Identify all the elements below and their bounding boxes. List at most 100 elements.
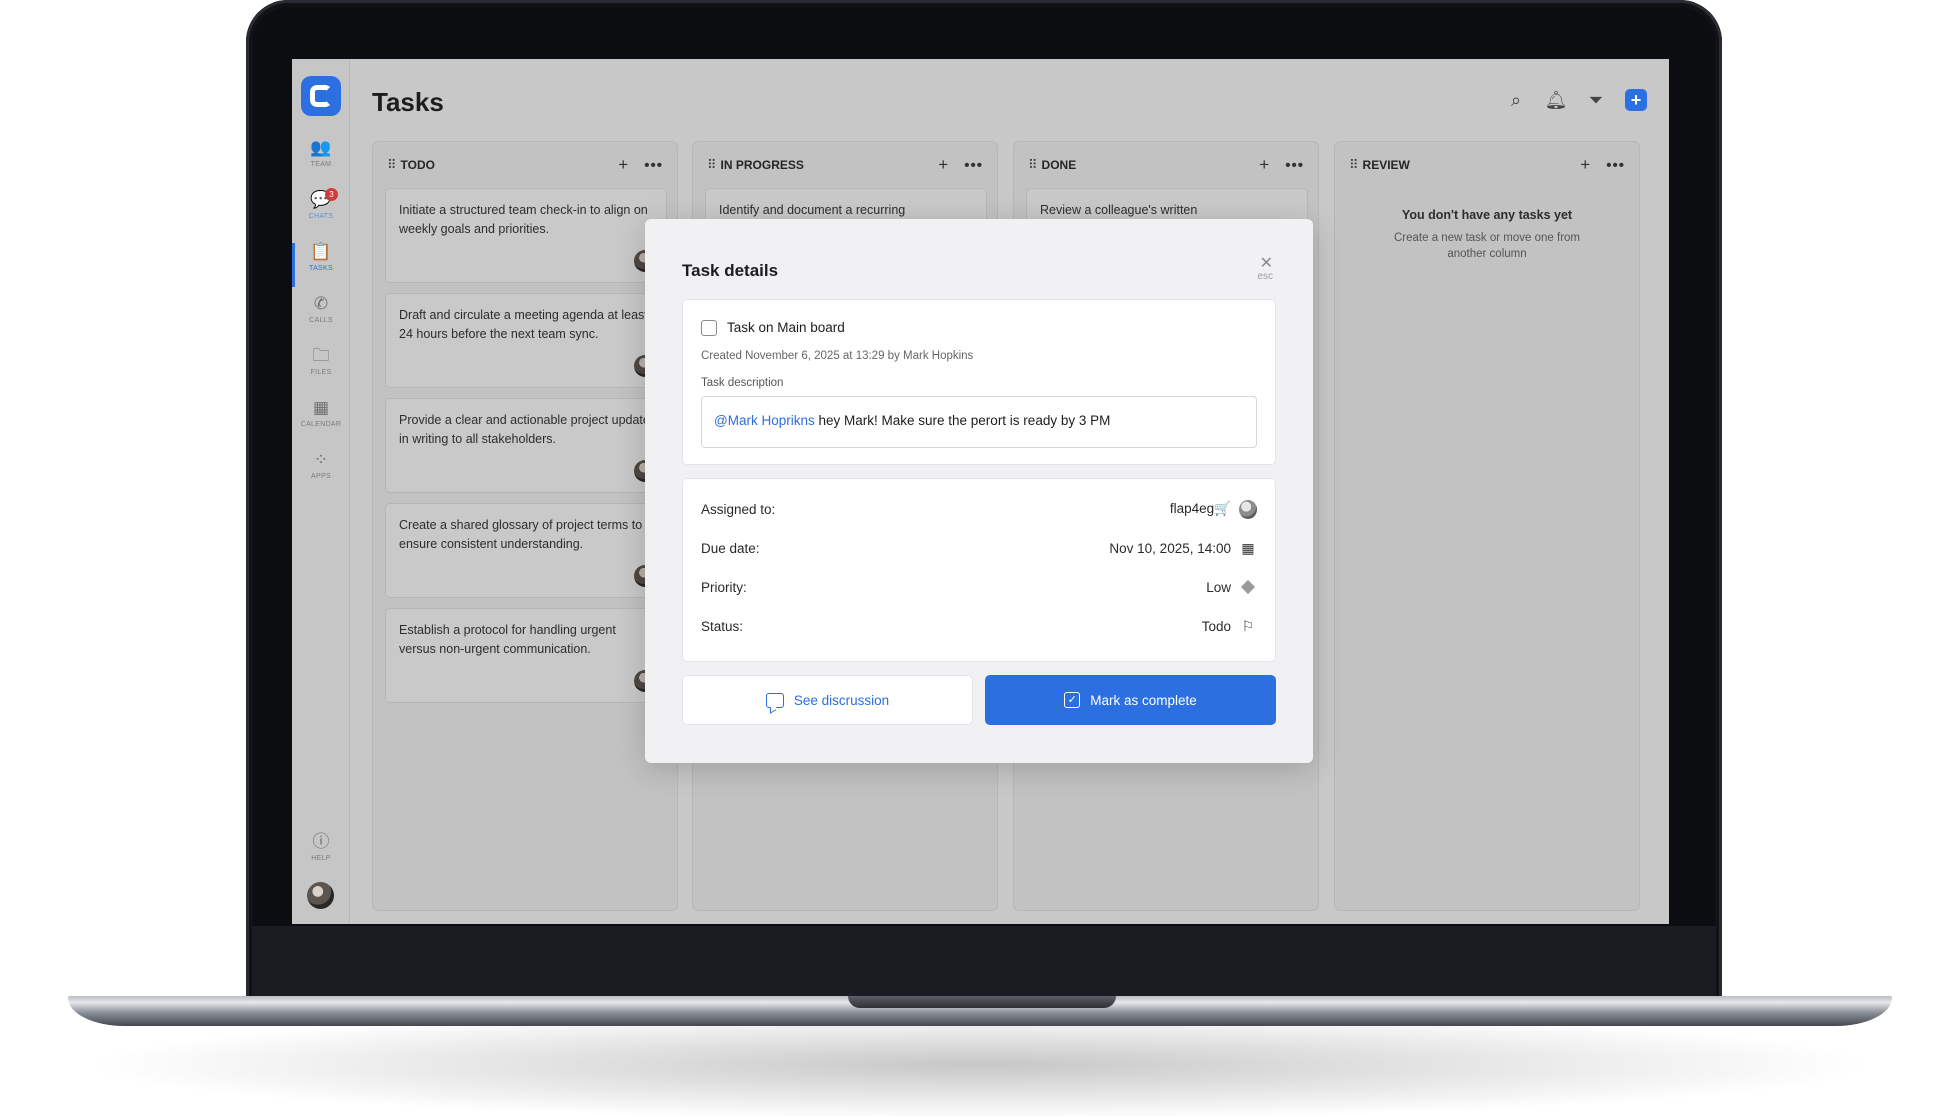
more-icon[interactable]: ••• (1285, 157, 1304, 174)
column-review: ⠿ REVIEW + ••• You don't have any tasks … (1334, 141, 1640, 911)
see-discussion-button[interactable]: See discrussion (682, 675, 973, 725)
page-title: Tasks (372, 87, 444, 117)
filter-icon[interactable]: ⏷ (1585, 89, 1607, 111)
sidebar-item-label: FILES (310, 369, 332, 376)
laptop-bezel (252, 926, 1716, 998)
sidebar-item-label: HELP (311, 855, 331, 862)
task-card[interactable]: Initiate a structured team check-in to a… (385, 188, 667, 283)
created-meta: Created November 6, 2025 at 13:29 by Mar… (701, 350, 974, 362)
drag-handle-icon[interactable]: ⠿ (707, 157, 716, 173)
due-date-row[interactable]: Due date: Nov 10, 2025, 14:00 ▦ (701, 537, 1257, 559)
add-card-button[interactable]: + (1580, 155, 1590, 175)
card-text: Identify and document a recurring (719, 203, 906, 217)
sidebar-item-calendar[interactable]: ▦ CALENDAR (292, 399, 350, 443)
sidebar-item-files[interactable]: 🗀 FILES (292, 347, 350, 391)
team-icon: 👥 (310, 138, 332, 157)
sidebar-item-label: TEAM (310, 161, 332, 168)
sidebar-item-team[interactable]: 👥 TEAM (292, 139, 350, 183)
sidebar-item-apps[interactable]: ⁘ APPS (292, 451, 350, 495)
add-card-button[interactable]: + (618, 155, 628, 175)
assignee-avatar (1239, 499, 1257, 519)
card-text: Review a colleague's written (1040, 203, 1198, 217)
column-header: ⠿ DONE + ••• (1028, 155, 1304, 175)
column-title: IN PROGRESS (720, 158, 804, 172)
user-avatar[interactable] (307, 882, 334, 909)
description-field[interactable]: @Mark Hoprikns hey Mark! Make sure the p… (701, 396, 1257, 448)
phone-icon: ✆ (313, 294, 329, 313)
task-card[interactable]: Create a shared glossary of project term… (385, 503, 667, 598)
assigned-label: Assigned to: (701, 501, 776, 517)
sidebar-item-calls[interactable]: ✆ CALLS (292, 295, 350, 339)
app-logo[interactable] (301, 76, 341, 116)
sidebar-item-label: APPS (311, 473, 331, 480)
diamond-shape (1240, 579, 1256, 595)
priority-value: Low (1206, 579, 1231, 595)
task-card[interactable]: Provide a clear and actionable project u… (385, 398, 667, 493)
sidebar-item-help[interactable]: ⓘ HELP (292, 833, 350, 877)
help-icon: ⓘ (312, 832, 330, 851)
header-actions: ⌕ 🔔︎ ⏷ + (1505, 89, 1647, 111)
status-value: Todo (1201, 618, 1231, 634)
sidebar-item-label: TASKS (309, 265, 333, 272)
task-complete-checkbox[interactable] (701, 320, 717, 336)
description-text: hey Mark! Make sure the perort is ready … (814, 413, 1111, 428)
due-date-value: Nov 10, 2025, 14:00 (1109, 540, 1231, 556)
mark-complete-button[interactable]: ✓ Mark as complete (985, 675, 1276, 725)
drag-handle-icon[interactable]: ⠿ (1028, 157, 1037, 173)
chat-bubble-icon (765, 692, 784, 708)
apps-icon: ⁘ (313, 450, 329, 469)
sidebar-item-tasks[interactable]: 📋 TASKS (292, 243, 350, 287)
sidebar-item-label: CALENDAR (300, 421, 342, 428)
search-icon[interactable]: ⌕ (1505, 89, 1527, 111)
sidebar-item-label: CHATS (308, 213, 334, 220)
more-icon[interactable]: ••• (644, 157, 663, 174)
due-date-label: Due date: (701, 540, 760, 556)
logo-icon (310, 85, 332, 107)
app-screen: 👥 TEAM 💬 3 CHATS 📋 TASKS ✆ CALLS 🗀 FILES (292, 59, 1669, 924)
drag-handle-icon[interactable]: ⠿ (1349, 157, 1358, 173)
card-text: Provide a clear and actionable project u… (399, 413, 650, 446)
task-card[interactable]: Establish a protocol for handling urgent… (385, 608, 667, 703)
close-icon[interactable]: ✕ (1260, 253, 1273, 273)
column-title: TODO (400, 158, 435, 172)
task-details-modal: Task details ✕ esc Task on Main board Cr… (645, 219, 1313, 763)
sidebar: 👥 TEAM 💬 3 CHATS 📋 TASKS ✆ CALLS 🗀 FILES (292, 59, 350, 924)
column-todo: ⠿ TODO + ••• Initiate a structured team … (372, 141, 678, 911)
add-card-button[interactable]: + (938, 155, 948, 175)
folder-icon: 🗀 (312, 346, 330, 365)
laptop-notch (848, 996, 1116, 1008)
bell-icon[interactable]: 🔔︎ (1545, 89, 1568, 111)
user-mention[interactable]: @Mark Hoprikns (714, 413, 815, 428)
assigned-value: flap4eg🛒 (1169, 501, 1231, 516)
card-text: Establish a protocol for handling urgent… (399, 623, 616, 656)
priority-diamond-icon (1239, 578, 1257, 596)
avatar (1239, 499, 1257, 519)
modal-title: Task details (682, 261, 779, 280)
task-info-panel: Task on Main board Created November 6, 2… (682, 299, 1276, 465)
tasks-icon: 📋 (310, 242, 332, 261)
status-label: Status: (701, 618, 744, 634)
add-card-button[interactable]: + (1259, 155, 1269, 175)
sidebar-item-chats[interactable]: 💬 3 CHATS (292, 188, 350, 235)
priority-label: Priority: (701, 579, 747, 595)
calendar-icon: ▦ (1241, 539, 1255, 556)
drag-handle-icon[interactable]: ⠿ (387, 157, 396, 173)
empty-state-subtitle: Create a new task or move one from anoth… (1394, 232, 1580, 260)
task-card[interactable]: Draft and circulate a meeting agenda at … (385, 293, 667, 388)
more-icon[interactable]: ••• (964, 157, 983, 174)
flag-icon: ⚐ (1241, 617, 1255, 634)
column-header: ⠿ TODO + ••• (387, 155, 663, 175)
column-title: DONE (1041, 158, 1077, 172)
card-text: Draft and circulate a meeting agenda at … (399, 308, 648, 341)
add-task-button[interactable]: + (1625, 89, 1647, 111)
task-fields-panel: Assigned to: flap4eg🛒 Due date: Nov 10, … (682, 478, 1276, 662)
calendar-icon: ▦ (312, 398, 330, 417)
priority-row[interactable]: Priority: Low (701, 576, 1257, 598)
more-icon[interactable]: ••• (1606, 157, 1625, 174)
assigned-row[interactable]: Assigned to: flap4eg🛒 (701, 498, 1257, 520)
card-text: Initiate a structured team check-in to a… (399, 203, 648, 236)
product-mockup: 👥 TEAM 💬 3 CHATS 📋 TASKS ✆ CALLS 🗀 FILES (0, 0, 1956, 1116)
status-row[interactable]: Status: Todo ⚐ (701, 615, 1257, 637)
column-header: ⠿ REVIEW + ••• (1349, 155, 1625, 175)
description-label: Task description (701, 377, 784, 389)
